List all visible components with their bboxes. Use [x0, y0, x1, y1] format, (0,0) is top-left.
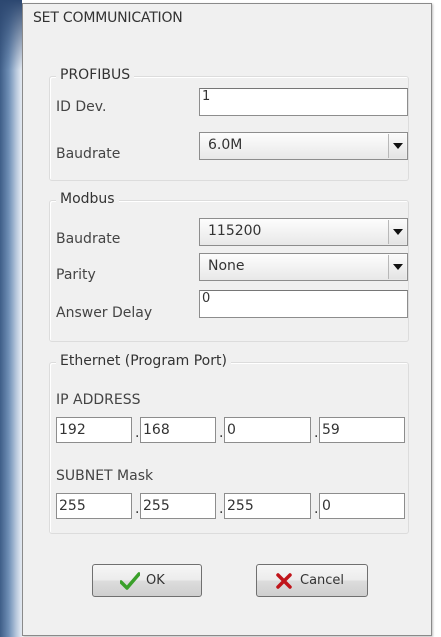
profibus-baudrate-value: 6.0M [208, 137, 243, 153]
dialog-title: SET COMMUNICATION [33, 10, 183, 26]
ethernet-legend: Ethernet (Program Port) [56, 353, 231, 369]
x-icon [275, 572, 293, 594]
chevron-down-icon[interactable] [388, 220, 406, 244]
subnet-octet-4-field[interactable]: 0 [319, 493, 405, 519]
ok-button-label: OK [146, 573, 165, 588]
parity-select[interactable]: None [199, 253, 408, 281]
subnet-separator: . [314, 501, 319, 517]
ip-octet-2-field[interactable]: 168 [140, 417, 216, 443]
ok-button[interactable]: OK [92, 564, 202, 597]
id-dev-field[interactable]: 1 [199, 88, 408, 116]
subnet-octet-3-field[interactable]: 255 [224, 493, 311, 519]
modbus-baudrate-select[interactable]: 115200 [199, 218, 408, 246]
modbus-baudrate-value: 115200 [208, 223, 262, 239]
ip-octet-4-field[interactable]: 59 [319, 417, 405, 443]
set-communication-dialog: SET COMMUNICATION PROFIBUS ID Dev. 1 Bau… [22, 3, 432, 636]
subnet-mask-label: SUBNET Mask [56, 468, 154, 484]
ip-octet-3-field[interactable]: 0 [224, 417, 311, 443]
answer-delay-field[interactable]: 0 [199, 290, 408, 318]
subnet-octet-2-field[interactable]: 255 [140, 493, 216, 519]
subnet-separator: . [219, 501, 224, 517]
modbus-legend: Modbus [56, 191, 119, 207]
background-window-edge [0, 0, 22, 637]
chevron-down-icon[interactable] [388, 134, 406, 158]
profibus-baudrate-label: Baudrate [56, 146, 121, 162]
cancel-button[interactable]: Cancel [256, 564, 368, 597]
ip-address-label: IP ADDRESS [56, 392, 141, 408]
subnet-separator: . [135, 501, 140, 517]
checkmark-icon [119, 572, 141, 594]
parity-value: None [208, 258, 245, 274]
chevron-down-icon[interactable] [388, 255, 406, 279]
modbus-baudrate-label: Baudrate [56, 231, 121, 247]
ip-separator: . [135, 425, 140, 441]
answer-delay-label: Answer Delay [56, 305, 153, 321]
ip-octet-1-field[interactable]: 192 [56, 417, 132, 443]
ip-separator: . [314, 425, 319, 441]
cancel-button-label: Cancel [300, 573, 345, 588]
id-dev-label: ID Dev. [56, 99, 107, 115]
profibus-legend: PROFIBUS [56, 67, 135, 83]
subnet-octet-1-field[interactable]: 255 [56, 493, 132, 519]
parity-label: Parity [56, 267, 96, 283]
ip-separator: . [219, 425, 224, 441]
background-window-shade [0, 0, 22, 70]
profibus-baudrate-select[interactable]: 6.0M [199, 132, 408, 160]
